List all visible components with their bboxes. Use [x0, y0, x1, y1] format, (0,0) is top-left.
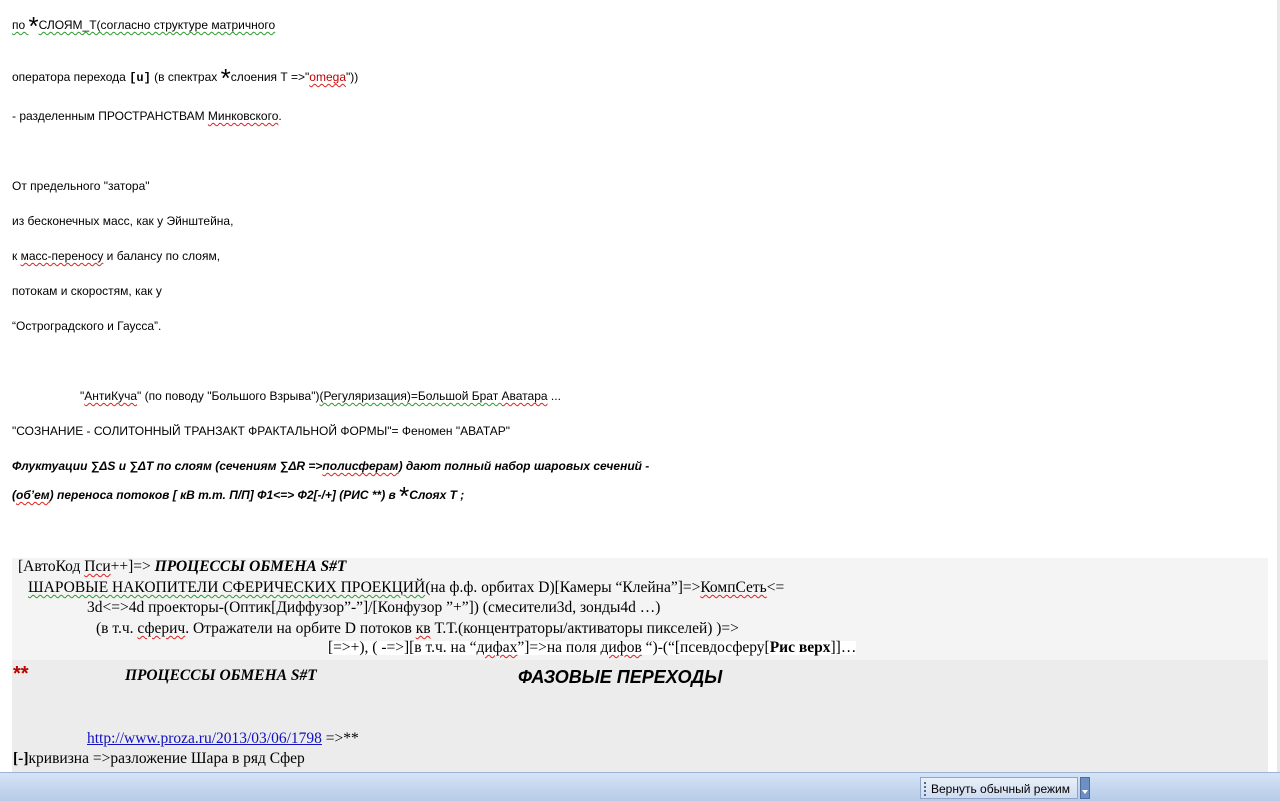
- doc-line-10: "СОЗНАНИЕ - СОЛИТОННЫЙ ТРАНЗАКТ ФРАКТАЛЬ…: [12, 424, 511, 438]
- asterisk-symbol: *: [399, 481, 410, 511]
- line-text: <=: [766, 579, 785, 596]
- line-text: ...: [547, 389, 561, 403]
- line-text: к: [12, 249, 21, 263]
- line-text: ШАРОВЫЕ НАКОПИТЕЛИ СФЕРИЧЕСКИХ ПРОЕКЦИЙ: [28, 579, 426, 596]
- line-text: =>**: [321, 730, 359, 747]
- line-text: (в т.ч.: [96, 620, 138, 637]
- doc-line-9: "АнтиКуча" (по поводу "Большого Взрыва")…: [80, 389, 561, 403]
- line-text: кв: [415, 620, 431, 637]
- line-text: **: [13, 663, 29, 685]
- line-text: ) дают полный набор шаровых сечений -: [398, 459, 650, 473]
- doc-line-5: из бесконечных масс, как у Эйнштейна,: [12, 214, 234, 228]
- grip-icon: [924, 782, 928, 796]
- line-text: ")): [346, 70, 359, 84]
- doc-line-6: к масс-переносу и балансу по слоям,: [12, 249, 220, 263]
- line-text: (на ф.ф. орбитах D)[Камеры “Клейна”]=>: [425, 579, 701, 596]
- box-line-1: [АвтоКод Пси++]=> ПРОЦЕССЫ ОБМЕНА S#T: [18, 558, 347, 575]
- line-text: [АвтоКод: [18, 558, 85, 575]
- line-text: (Регуляризация)=Большой Брат: [319, 389, 502, 403]
- line-text: АнтиКуча: [84, 389, 138, 403]
- line-text: Аватара: [501, 389, 548, 403]
- asterisk-symbol: *: [28, 11, 39, 41]
- line-text: ”]=>на поля: [517, 639, 601, 656]
- omega-word: omega: [309, 70, 346, 84]
- doc-line-4: От предельного "затора": [12, 179, 150, 193]
- line-text: Минковского: [207, 109, 279, 123]
- line-text: СЛОЯМ_Т(согласно структуре матричного: [38, 18, 276, 32]
- doc-line-2: оператора перехода [u] (в спектрах *слое…: [12, 65, 359, 91]
- line-text: Пси: [84, 558, 111, 575]
- box-line-last: [-]кривизна =>разложение Шара в ряд Сфер: [13, 750, 305, 767]
- line-text: Слоях Т ;: [409, 488, 465, 502]
- line-text: дифах: [476, 639, 518, 656]
- line-text: и балансу по слоям,: [103, 249, 221, 263]
- line-text: полисферам: [322, 459, 399, 473]
- document-canvas[interactable]: по *СЛОЯМ_Т(согласно структуре матричног…: [0, 0, 1280, 772]
- proza-link[interactable]: http://www.proza.ru/2013/03/06/1798: [87, 730, 322, 747]
- line-text: Т.Т.(концентраторы/активаторы пикселей) …: [430, 620, 739, 637]
- line-text: оператора перехода: [12, 70, 130, 84]
- line-text: дифов: [600, 639, 642, 656]
- line-text: по: [12, 18, 29, 32]
- line-text: “)-(“[псевдосферу[: [641, 639, 770, 656]
- line-text: об’ем: [16, 488, 50, 502]
- restore-normal-mode-button[interactable]: Вернуть обычный режим: [920, 777, 1078, 799]
- box-line-2: ШАРОВЫЕ НАКОПИТЕЛИ СФЕРИЧЕСКИХ ПРОЕКЦИЙ(…: [28, 579, 785, 596]
- box-line-5: [=>+), ( -=>][в т.ч. на “дифах”]=>на пол…: [328, 639, 857, 656]
- red-stars: **: [13, 664, 29, 684]
- line-text: Флуктуации ∑ΔS и ∑ΔT по слоям (сечениям …: [12, 459, 323, 473]
- line-text: Рис верх: [769, 639, 831, 656]
- line-text: [=>+), ( -=>][в т.ч. на “: [328, 639, 477, 656]
- process-heading: ПРОЦЕССЫ ОБМЕНА S#T: [125, 667, 317, 684]
- line-text: " (по поводу "Большого Взрыва"): [137, 389, 320, 403]
- doc-line-3: - разделенным ПРОСТРАНСТВАМ Минковского.: [12, 109, 282, 123]
- doc-line-7: потокам и скоростям, как у: [12, 284, 162, 298]
- line-text: (в спектрах: [150, 70, 221, 84]
- line-text: ]]…: [830, 639, 857, 656]
- line-text: ++]=>: [110, 558, 155, 575]
- line-text: ) переноса потоков [ кВ т.т. П/П] Ф1<=> …: [49, 488, 400, 502]
- u-operator: [u]: [129, 71, 151, 85]
- doc-line-12: (об’ем) переноса потоков [ кВ т.т. П/П] …: [12, 483, 465, 509]
- line-text: . Отражатели на орбите D потоков: [185, 620, 416, 637]
- line-text: [-]: [13, 750, 29, 767]
- line-text: - разделенным ПРОСТРАНСТВАМ: [12, 109, 208, 123]
- phase-heading: ФАЗОВЫЕ ПЕРЕХОДЫ: [518, 667, 723, 687]
- restore-normal-mode-label: Вернуть обычный режим: [931, 782, 1070, 796]
- doc-line-8: “Остроградского и Гаусса”.: [12, 319, 162, 333]
- box-line-4: (в т.ч. сферич. Отражатели на орбите D п…: [96, 620, 739, 637]
- box-line-3: 3d<=>4d проекторы-(Оптик[Диффузор”-”]/[К…: [87, 599, 661, 616]
- line-text: кривизна =>разложение Шара в ряд Сфер: [28, 750, 305, 767]
- box-line-url: http://www.proza.ru/2013/03/06/1798 =>**: [87, 730, 359, 747]
- doc-line-1: по *СЛОЯМ_Т(согласно структуре матричног…: [12, 13, 276, 39]
- doc-line-11: Флуктуации ∑ΔS и ∑ΔT по слоям (сечениям …: [12, 459, 649, 473]
- line-text: КомпСеть: [700, 579, 767, 596]
- toolbar-options-button[interactable]: [1080, 777, 1090, 799]
- asterisk-symbol: *: [220, 63, 231, 93]
- taskbar: Вернуть обычный режим: [0, 772, 1280, 801]
- line-text: сферич: [137, 620, 186, 637]
- line-text: масс-переносу: [20, 249, 104, 263]
- chevron-down-icon: [1082, 790, 1088, 794]
- line-text: слоения Т =>": [230, 70, 310, 84]
- line-text: ПРОЦЕССЫ ОБМЕНА S#T: [154, 558, 347, 575]
- line-text: .: [278, 109, 282, 123]
